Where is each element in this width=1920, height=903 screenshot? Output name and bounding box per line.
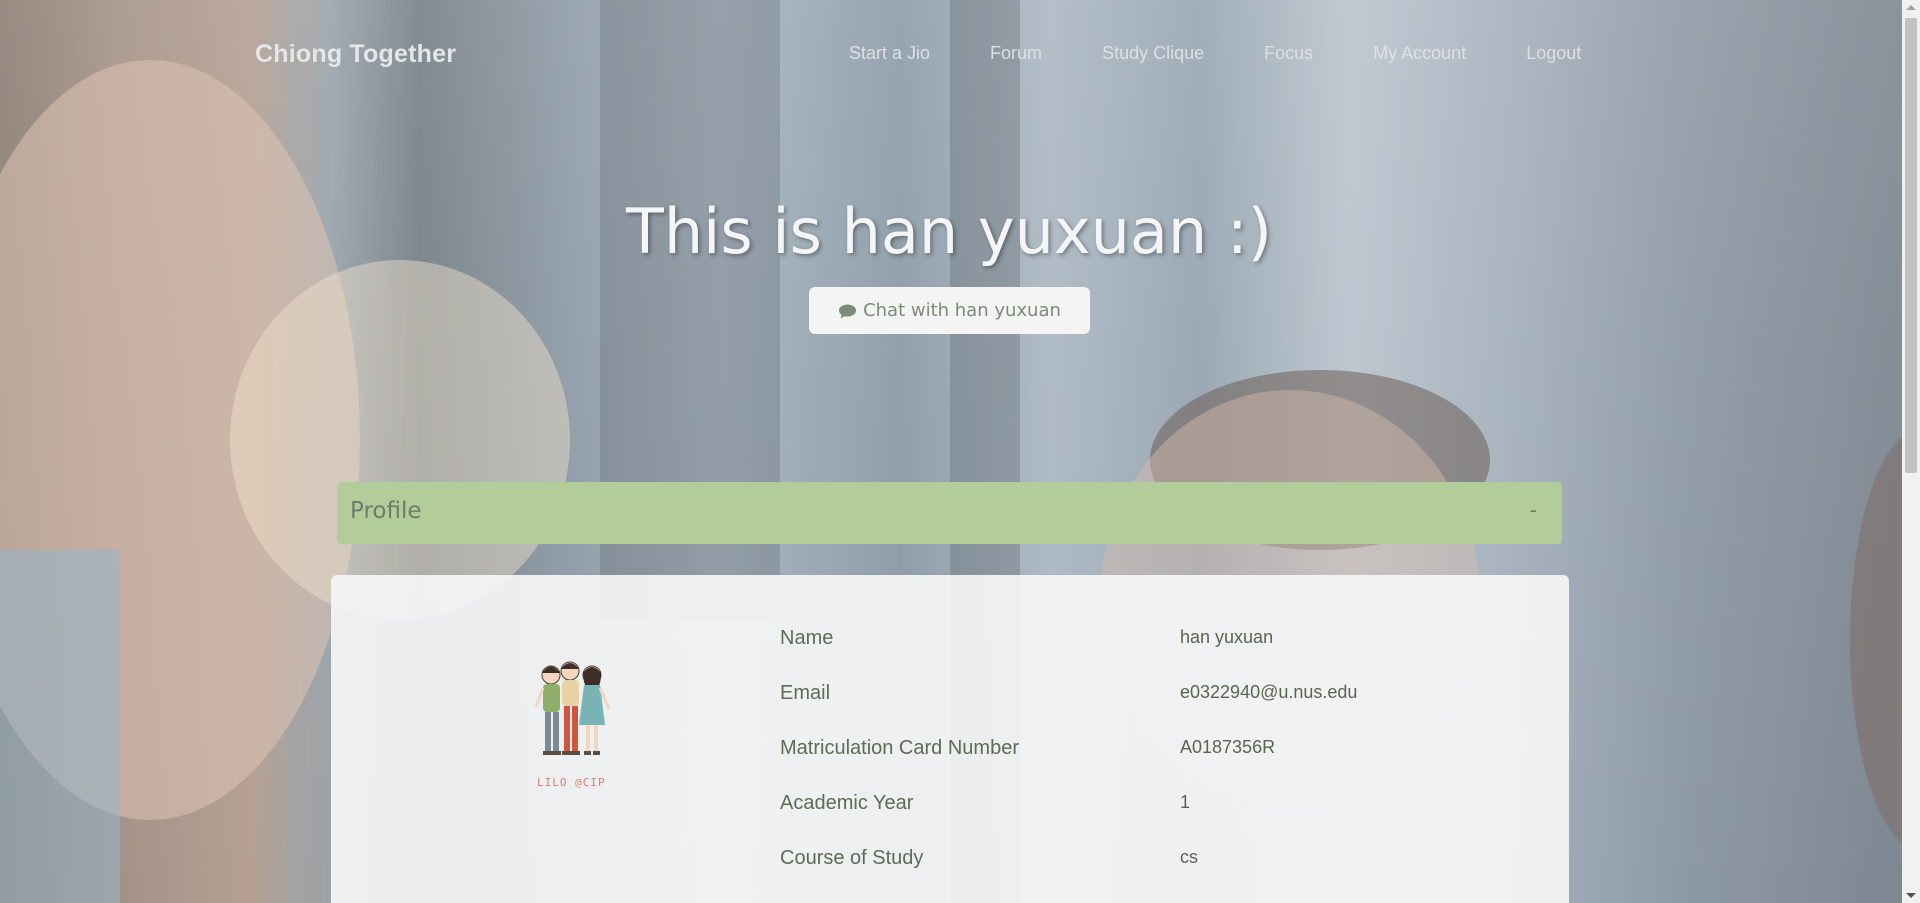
scrollbar-thumb[interactable] — [1905, 18, 1917, 473]
field-value: han yuxuan — [1180, 627, 1274, 647]
profile-section-header[interactable]: Profile - — [337, 482, 1562, 544]
chat-button[interactable]: Chat with han yuxuan — [809, 287, 1090, 334]
field-value: A0187356R — [1180, 737, 1276, 757]
field-label: Academic Year — [780, 792, 914, 814]
field-label: Email — [780, 682, 831, 704]
nav-item-logout[interactable]: Logout — [1526, 43, 1581, 64]
nav-item-my-account[interactable]: My Account — [1373, 43, 1466, 64]
scroll-down-arrow-icon[interactable] — [1906, 893, 1916, 898]
brand-logo[interactable]: Chiong Together — [255, 40, 456, 69]
profile-row-course: Course of Study cs — [780, 847, 1520, 877]
field-value: 1 — [1180, 792, 1191, 812]
field-value: e0322940@u.nus.edu — [1180, 682, 1358, 702]
profile-row-name: Name han yuxuan — [780, 627, 1520, 657]
nav-item-study-clique[interactable]: Study Clique — [1102, 43, 1204, 64]
field-label: Course of Study — [780, 847, 924, 869]
profile-row-matric: Matriculation Card Number A0187356R — [780, 737, 1520, 767]
navbar: Chiong Together Start a Jio Forum Study … — [0, 0, 1902, 110]
profile-row-academic-year: Academic Year 1 — [780, 792, 1520, 822]
profile-card: LILO @CIP Name han yuxuan Email e0322940… — [331, 575, 1569, 903]
nav-item-start-a-jio[interactable]: Start a Jio — [849, 43, 930, 64]
collapse-toggle[interactable]: - — [1530, 498, 1537, 522]
field-label: Name — [780, 627, 834, 649]
scroll-up-arrow-icon[interactable] — [1906, 5, 1916, 10]
field-label: Matriculation Card Number — [780, 737, 1019, 759]
chat-button-label: Chat with han yuxuan — [863, 300, 1061, 321]
avatar — [527, 655, 619, 795]
profile-header-label: Profile — [350, 498, 422, 524]
page-title: This is han yuxuan :) — [626, 195, 1272, 268]
nav-menu: Start a Jio Forum Study Clique Focus My … — [849, 43, 1581, 64]
cartoon-kids-illustration — [534, 661, 611, 755]
nav-item-forum[interactable]: Forum — [990, 43, 1042, 64]
profile-row-email: Email e0322940@u.nus.edu — [780, 682, 1520, 712]
field-value: cs — [1180, 847, 1198, 867]
page-scrollbar[interactable] — [1902, 0, 1920, 903]
avatar-caption: LILO @CIP — [537, 776, 606, 789]
nav-item-focus[interactable]: Focus — [1264, 43, 1313, 64]
comment-icon — [838, 303, 857, 319]
